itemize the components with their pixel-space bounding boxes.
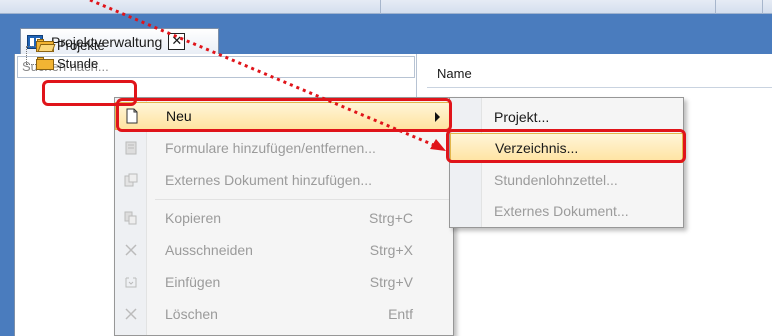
toolbar-divider <box>380 0 381 14</box>
tree-connector <box>26 46 36 47</box>
menu-item-label: Kopieren <box>165 210 222 226</box>
menu-item-loeschen[interactable]: Löschen Entf <box>115 300 453 328</box>
context-menu: Neu Formulare hinzufügen/entfernen... Ex… <box>114 97 454 336</box>
menu-item-kopieren[interactable]: Kopieren Strg+C <box>115 204 453 232</box>
external-doc-icon <box>115 173 147 187</box>
tree-connector <box>26 46 27 64</box>
cut-icon <box>115 243 147 257</box>
close-icon[interactable]: ✕ <box>168 33 186 50</box>
paste-icon <box>115 275 147 289</box>
menu-item-shortcut: Strg+X <box>369 242 413 258</box>
menu-item-shortcut: Strg+V <box>369 274 413 290</box>
annotation-highlight-verzeichnis <box>446 129 686 163</box>
menu-item-einfuegen[interactable]: Einfügen Strg+V <box>115 268 453 296</box>
menu-item-label: Stundenlohnzettel... <box>494 172 618 188</box>
tree-item-stunden[interactable]: Stunde <box>36 56 98 71</box>
tree-item-label: Stunde <box>57 56 99 71</box>
folder-icon <box>36 57 54 70</box>
menu-item-label: Externes Dokument hinzufügen... <box>165 172 373 188</box>
menu-item-label: Löschen <box>165 306 218 322</box>
copy-icon <box>115 211 147 225</box>
menu-item-shortcut: Entf <box>388 306 413 322</box>
menu-separator <box>155 199 451 200</box>
menu-item-externes-dokument[interactable]: Externes Dokument hinzufügen... <box>115 166 453 194</box>
submenu-item-externes-dokument[interactable]: Externes Dokument... <box>450 196 683 226</box>
menu-item-shortcut: Strg+C <box>369 210 413 226</box>
folder-open-icon <box>36 39 56 52</box>
toolbar-divider <box>715 0 716 14</box>
submenu-item-stundenlohnzettel[interactable]: Stundenlohnzettel... <box>450 165 683 195</box>
menu-item-label: Externes Dokument... <box>494 203 629 219</box>
menu-item-formulare[interactable]: Formulare hinzufügen/entfernen... <box>115 134 453 162</box>
tree-item-label: Projekte <box>57 38 105 53</box>
top-toolbar-strip <box>0 0 772 14</box>
annotation-highlight-neu <box>116 98 452 132</box>
forms-icon <box>115 141 147 155</box>
menu-item-label: Projekt... <box>494 109 550 125</box>
toolbar-divider <box>762 0 763 14</box>
menu-item-label: Ausschneiden <box>165 242 253 258</box>
tree-connector <box>26 64 36 65</box>
menu-item-ausschneiden[interactable]: Ausschneiden Strg+X <box>115 236 453 264</box>
menu-item-label: Formulare hinzufügen/entfernen... <box>165 140 376 156</box>
menu-item-label: Einfügen <box>165 274 221 290</box>
delete-icon <box>115 308 147 320</box>
tree-item-projekte[interactable]: Projekte <box>36 38 105 53</box>
submenu-item-projekt[interactable]: Projekt... <box>450 102 683 132</box>
column-header-name[interactable]: Name <box>427 60 772 88</box>
